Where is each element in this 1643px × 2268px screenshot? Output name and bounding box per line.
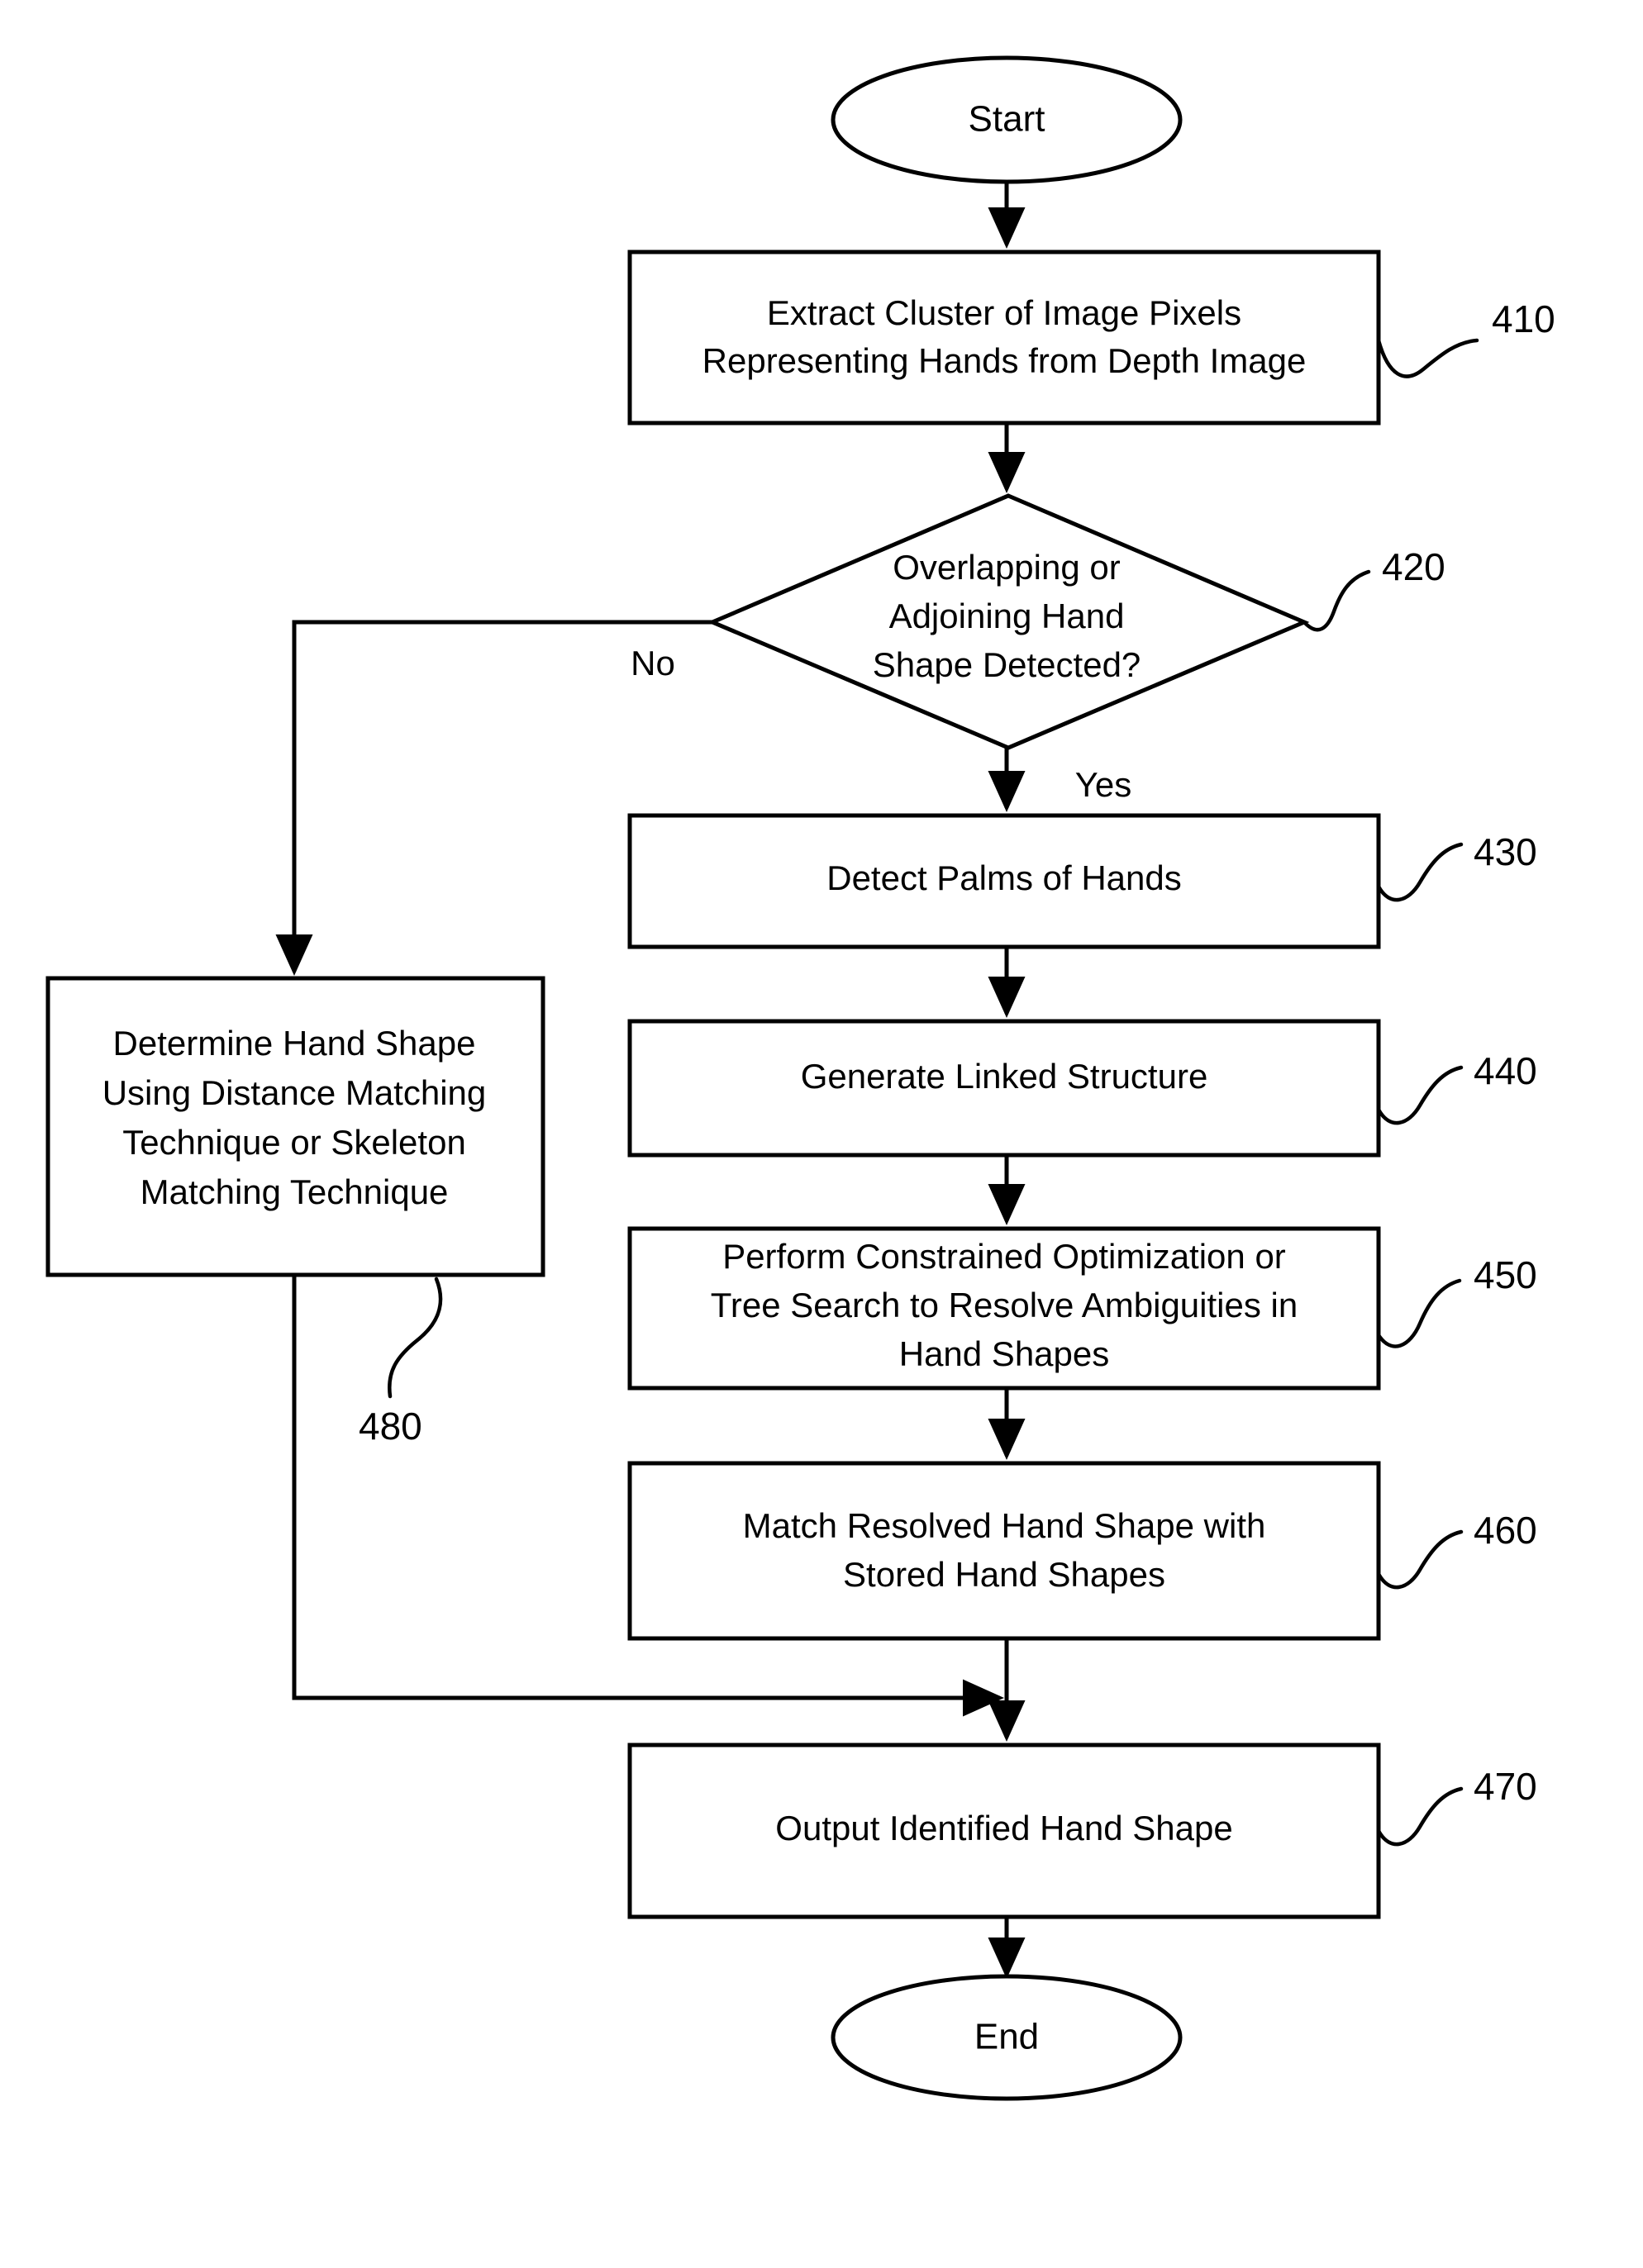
flowchart-canvas: Start Extract Cluster of Image Pixels Re…	[45, 55, 1555, 2101]
ref-label-420: 420	[1382, 545, 1445, 588]
node-perform-optimization-line3: Hand Shapes	[899, 1334, 1110, 1373]
node-match-resolved-line1: Match Resolved Hand Shape with	[743, 1506, 1266, 1545]
ref-label-480: 480	[359, 1405, 422, 1448]
node-output-identified-line1: Output Identified Hand Shape	[775, 1809, 1232, 1847]
edge-label-no: No	[631, 644, 675, 682]
node-extract-cluster-line2: Representing Hands from Depth Image	[702, 341, 1307, 380]
ref-label-470: 470	[1474, 1765, 1537, 1808]
flowchart-diagram: Start Extract Cluster of Image Pixels Re…	[0, 0, 1643, 2268]
node-extract-cluster[interactable]	[627, 250, 1381, 426]
leader-410	[1376, 338, 1479, 378]
leader-420	[1302, 569, 1371, 632]
node-determine-line2: Using Distance Matching	[102, 1073, 487, 1112]
node-determine-line3: Technique or Skeleton	[122, 1123, 466, 1162]
node-generate-linked-line1: Generate Linked Structure	[801, 1057, 1208, 1096]
node-start-label: Start	[969, 99, 1045, 140]
ref-label-440: 440	[1474, 1049, 1537, 1092]
node-end-label: End	[974, 2017, 1039, 2057]
leader-460	[1376, 1529, 1464, 1590]
node-determine-line1: Determine Hand Shape	[113, 1024, 476, 1063]
ref-label-450: 450	[1474, 1253, 1537, 1296]
node-decision-line1: Overlapping or	[893, 548, 1120, 587]
node-extract-cluster-line1: Extract Cluster of Image Pixels	[767, 293, 1241, 332]
node-determine-line4: Matching Technique	[140, 1172, 449, 1211]
node-detect-palms-line1: Detect Palms of Hands	[826, 858, 1182, 897]
edge-label-yes: Yes	[1075, 765, 1132, 804]
ref-label-430: 430	[1474, 830, 1537, 873]
leader-480	[388, 1277, 443, 1399]
node-decision-line2: Adjoining Hand	[889, 597, 1125, 635]
leader-430	[1376, 842, 1464, 902]
node-perform-optimization-line2: Tree Search to Resolve Ambiguities in	[711, 1286, 1298, 1324]
node-decision-line3: Shape Detected?	[873, 645, 1141, 684]
ref-label-460: 460	[1474, 1509, 1537, 1552]
ref-label-410: 410	[1492, 297, 1555, 340]
leader-470	[1376, 1786, 1464, 1847]
node-perform-optimization-line1: Perform Constrained Optimization or	[722, 1237, 1286, 1276]
leader-450	[1376, 1278, 1462, 1348]
node-match-resolved[interactable]	[627, 1461, 1381, 1641]
leader-440	[1376, 1065, 1464, 1125]
node-match-resolved-line2: Stored Hand Shapes	[843, 1555, 1165, 1594]
